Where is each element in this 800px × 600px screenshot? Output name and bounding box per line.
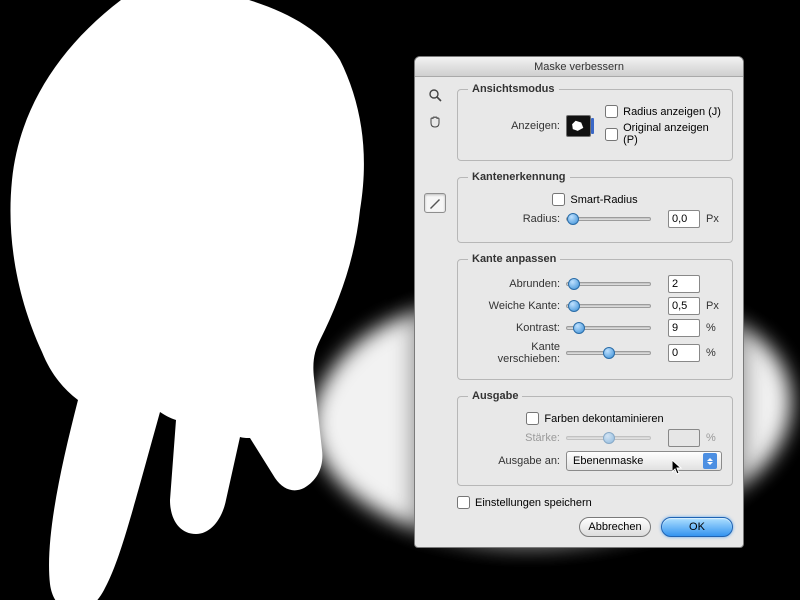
- show-radius-checkbox[interactable]: Radius anzeigen (J): [605, 105, 722, 118]
- mouse-cursor: [672, 460, 684, 476]
- contrast-label: Kontrast:: [468, 322, 560, 334]
- zoom-icon: [428, 88, 442, 102]
- feather-label: Weiche Kante:: [468, 300, 560, 312]
- output-to-value: Ebenenmaske: [573, 455, 643, 467]
- chevron-updown-icon: [703, 453, 717, 469]
- decontaminate-label: Farben dekontaminieren: [544, 413, 663, 425]
- dialog-title: Maske verbessern: [415, 57, 743, 77]
- feather-value[interactable]: [668, 297, 700, 315]
- show-radius-input[interactable]: [605, 105, 618, 118]
- view-mode-group: Ansichtsmodus Anzeigen: Radius anzeigen …: [457, 83, 733, 161]
- show-original-checkbox[interactable]: Original anzeigen (P): [605, 122, 722, 146]
- output-group: Ausgabe Farben dekontaminieren Stärke: %…: [457, 390, 733, 486]
- contrast-unit: %: [706, 322, 722, 334]
- contrast-value[interactable]: [668, 319, 700, 337]
- feather-unit: Px: [706, 300, 722, 312]
- refine-mask-dialog: Maske verbessern Ansichtsmodus Anzeigen:: [414, 56, 744, 548]
- shift-slider[interactable]: [566, 351, 651, 355]
- output-to-label: Ausgabe an:: [468, 455, 560, 467]
- radius-unit: Px: [706, 213, 722, 225]
- show-radius-label: Radius anzeigen (J): [623, 106, 721, 118]
- output-legend: Ausgabe: [468, 390, 522, 402]
- amount-unit: %: [706, 432, 722, 444]
- hand-icon: [428, 114, 442, 128]
- smart-radius-input[interactable]: [552, 193, 565, 206]
- smooth-label: Abrunden:: [468, 278, 560, 290]
- adjust-edge-group: Kante anpassen Abrunden: Weiche Kante: P…: [457, 253, 733, 380]
- view-mode-legend: Ansichtsmodus: [468, 83, 559, 95]
- hand-tool[interactable]: [424, 111, 446, 131]
- remember-settings-input[interactable]: [457, 496, 470, 509]
- smart-radius-label: Smart-Radius: [570, 194, 637, 206]
- refine-brush-tool[interactable]: [424, 193, 446, 213]
- output-to-select[interactable]: Ebenenmaske: [566, 451, 722, 471]
- amount-slider: [566, 436, 651, 440]
- decontaminate-input[interactable]: [526, 412, 539, 425]
- shift-label: Kante verschieben:: [468, 341, 560, 365]
- zoom-tool[interactable]: [424, 85, 446, 105]
- amount-label: Stärke:: [468, 432, 560, 444]
- radius-label: Radius:: [468, 213, 560, 225]
- feather-slider[interactable]: [566, 304, 651, 308]
- shift-unit: %: [706, 347, 722, 359]
- show-original-input[interactable]: [605, 128, 618, 141]
- cancel-button[interactable]: Abbrechen: [579, 517, 651, 537]
- remember-settings-label: Einstellungen speichern: [475, 497, 592, 509]
- edge-detection-legend: Kantenerkennung: [468, 171, 570, 183]
- show-original-label: Original anzeigen (P): [623, 122, 722, 146]
- view-mode-thumbnail[interactable]: [566, 115, 591, 137]
- decontaminate-checkbox[interactable]: Farben dekontaminieren: [526, 412, 663, 425]
- radius-value[interactable]: [668, 210, 700, 228]
- shift-value[interactable]: [668, 344, 700, 362]
- brush-icon: [428, 196, 442, 210]
- smooth-value[interactable]: [668, 275, 700, 293]
- contrast-slider[interactable]: [566, 326, 651, 330]
- ok-button[interactable]: OK: [661, 517, 733, 537]
- edge-detection-group: Kantenerkennung Smart-Radius Radius: Px: [457, 171, 733, 243]
- radius-slider[interactable]: [566, 217, 651, 221]
- adjust-edge-legend: Kante anpassen: [468, 253, 560, 265]
- smart-radius-checkbox[interactable]: Smart-Radius: [552, 193, 637, 206]
- amount-value: [668, 429, 700, 447]
- smooth-slider[interactable]: [566, 282, 651, 286]
- remember-settings-checkbox[interactable]: Einstellungen speichern: [457, 496, 592, 509]
- show-label: Anzeigen:: [468, 120, 560, 132]
